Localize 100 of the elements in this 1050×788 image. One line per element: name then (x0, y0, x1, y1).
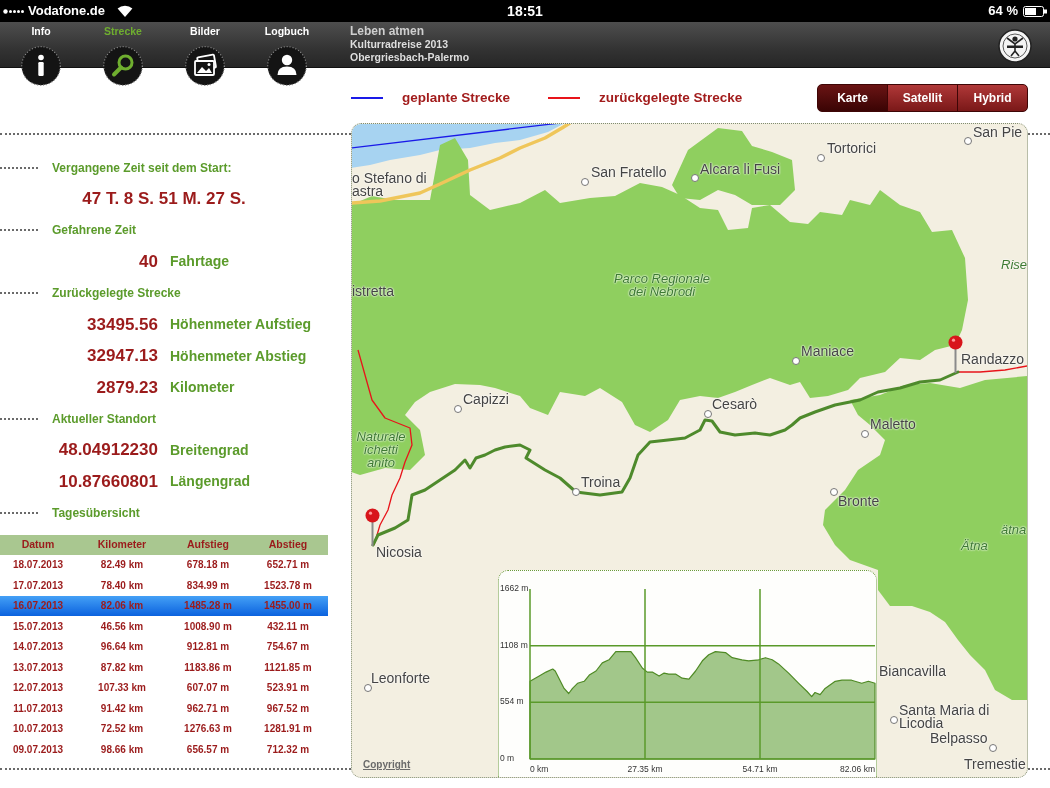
place-dot-icon (572, 488, 580, 496)
signal-icon (3, 8, 24, 14)
place-label: Troina (581, 476, 621, 489)
place-dot-icon (581, 178, 589, 186)
table-cell-text: 1276.63 m (183, 722, 233, 737)
battery-percent: 64 % (988, 3, 1018, 19)
area-label: Parco Regionale dei Nebrodi (612, 272, 712, 298)
toolbar-tab[interactable]: Strecke (88, 24, 158, 88)
table-cell-text: 1121.85 m (263, 660, 313, 675)
place-label: Belpasso (930, 732, 988, 745)
place-label: Capizzi (463, 393, 509, 406)
toolbar-tab[interactable]: Logbuch (252, 24, 322, 88)
place-label: Randazzo (961, 353, 1025, 366)
column-header[interactable]: Abstieg (248, 534, 328, 555)
place-dot-icon (364, 684, 372, 692)
table-cell-text: 652.71 m (265, 558, 311, 573)
emblem-icon (998, 29, 1032, 63)
table-cell-text: 962.71 m (185, 701, 231, 716)
table-cell-text: 1183.86 m (183, 660, 233, 675)
place-label: Maletto (870, 418, 916, 431)
table-cell-text: 98.66 km (99, 742, 145, 757)
legend-label: zurückgelegte Strecke (599, 88, 743, 107)
y-tick-label: 554 m (500, 696, 524, 707)
legend-label: geplante Strecke (402, 88, 511, 107)
section-heading: Vergangene Zeit seit dem Start: (52, 159, 232, 177)
place-dot-icon (454, 405, 462, 413)
traveled-route-line (957, 365, 1027, 373)
y-tick-label: 1662 m (500, 583, 529, 593)
section-heading: Aktueller Standort (52, 410, 156, 428)
place-label: Biancavilla (879, 665, 946, 678)
y-tick-label: 0 m (500, 753, 515, 763)
table-cell-text: 09.07.2013 (11, 742, 65, 757)
area-label: Rise (1001, 258, 1027, 271)
clock-time: 18:51 (507, 3, 543, 19)
area-label: Naturale ichetti anito (355, 430, 407, 469)
subtitle-line: Kulturradreise 2013 (350, 38, 449, 51)
x-tick-label: 82.06 km (840, 764, 875, 774)
place-dot-icon (989, 744, 997, 752)
stat-label: Breitengrad (170, 440, 249, 460)
table-cell-text: 1281.91 m (263, 722, 313, 737)
table-cell-text: 678.18 m (185, 558, 231, 573)
map-type-button[interactable]: Satellit (887, 84, 958, 112)
table-cell-text: 12.07.2013 (11, 681, 65, 696)
stat-value: 33495.56 (87, 313, 158, 336)
stat-label: Fahrtage (170, 252, 230, 272)
place-label: Cesarò (712, 398, 758, 411)
place-dot-icon (704, 410, 712, 418)
column-header[interactable]: Datum (0, 534, 76, 555)
table-cell-text: 10.07.2013 (11, 722, 65, 737)
map-pin-icon (947, 334, 963, 373)
table-cell-text: 72.52 km (99, 722, 145, 737)
table-cell-text: 82.49 km (99, 558, 145, 573)
section-heading: Zurückgelegte Strecke (52, 285, 181, 303)
place-label: istretta (352, 285, 394, 298)
map-type-button[interactable]: Karte (817, 84, 888, 112)
table-cell-text: 18.07.2013 (11, 558, 65, 573)
table-cell-text: 16.07.2013 (11, 599, 65, 614)
place-label: Bronte (838, 495, 880, 508)
place-label: Nicosia (376, 546, 422, 559)
place-label: San Pie (973, 126, 1023, 139)
table-cell-text: 754.67 m (265, 640, 311, 655)
subtitle-line: Obergriesbach-Palermo (350, 51, 470, 64)
place-dot-icon (890, 716, 898, 724)
table-cell-text: 967.52 m (265, 701, 311, 716)
place-dot-icon (817, 154, 825, 162)
x-tick-label: 27.35 km (627, 764, 663, 774)
place-label: Alcara li Fusi (700, 163, 781, 176)
toolbar-tab[interactable]: Info (6, 24, 76, 88)
map-view[interactable] (351, 123, 1028, 778)
table-cell-text: 607.07 m (185, 681, 231, 696)
stat-value: 48.04912230 (58, 439, 158, 462)
area-label: Ätna (961, 539, 988, 552)
place-label: Leonforte (371, 672, 431, 685)
section-heading: Gefahrene Zeit (52, 222, 137, 240)
place-label: San Fratello (591, 166, 667, 179)
place-dot-icon (830, 488, 838, 496)
x-tick-label: 0 km (530, 764, 549, 774)
section-heading: Tagesübersicht (52, 505, 140, 522)
stat-value: 32947.13 (87, 345, 158, 368)
table-cell-text: 82.06 km (99, 599, 145, 614)
place-label: Santa Maria di Licodia (899, 704, 991, 730)
map-type-button[interactable]: Hybrid (957, 84, 1028, 112)
elapsed-time-value: 47 T. 8 S. 51 M. 27 S. (82, 188, 246, 211)
column-header[interactable]: Aufstieg (168, 534, 248, 555)
stat-value: 10.87660801 (58, 470, 158, 493)
carrier-name: Vodafone.de (28, 3, 106, 19)
table-cell-text: 11.07.2013 (12, 701, 64, 716)
copyright-link[interactable]: Copyright (363, 757, 411, 772)
wifi-icon (117, 5, 134, 17)
table-cell-text: 78.40 km (99, 578, 145, 593)
stat-value: 2879.23 (96, 376, 158, 399)
toolbar-tab[interactable]: Bilder (170, 24, 240, 88)
table-cell-text: 13.07.2013 (11, 660, 65, 675)
place-label: Tremestie (964, 758, 1026, 771)
table-cell-text: 1485.28 m (183, 599, 233, 614)
table-cell-text: 523.91 m (265, 681, 311, 696)
column-header[interactable]: Kilometer (76, 534, 168, 555)
table-cell-text: 14.07.2013 (11, 640, 65, 655)
table-cell-text: 1008.90 m (183, 619, 233, 634)
stat-label: Kilometer (170, 377, 235, 397)
